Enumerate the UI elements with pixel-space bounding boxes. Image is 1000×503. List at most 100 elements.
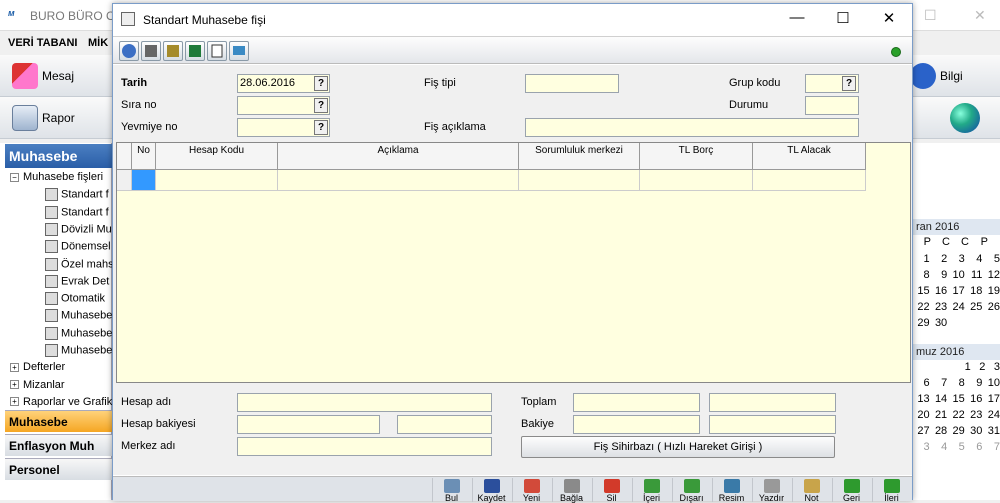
tree-item[interactable]: − Muhasebe fişleri [10,171,103,183]
calendar-day[interactable]: 24 [982,409,1000,421]
calendar-day[interactable]: 22 [912,301,929,313]
grid-header-sorumluluk-merkezi[interactable]: Sorumluluk merkezi [519,143,640,170]
tree-item[interactable]: + Defterler [10,361,65,373]
grid-header-tl-alacak[interactable]: TL Alacak [753,143,866,170]
calendar-day[interactable]: 19 [982,285,1000,297]
picture-button[interactable]: Resim [712,478,750,503]
expand-icon[interactable]: + [10,397,19,407]
calendar-day[interactable]: 17 [947,285,965,297]
grid-row-selector[interactable] [117,170,132,191]
calculator-icon[interactable] [141,41,161,61]
nav-button[interactable]: Personel [5,458,112,480]
collapse-icon[interactable]: − [10,172,19,182]
calendar-day[interactable]: 5 [947,441,965,453]
back-arrow-button[interactable]: Geri [832,478,870,503]
calendar-day[interactable]: 15 [912,285,929,297]
calendar-day[interactable]: 16 [965,393,982,405]
delete-button[interactable]: Sil [592,478,630,503]
grid-cell-sorumluluk-merkezi[interactable] [519,170,640,191]
grup-kodu-lookup-button[interactable]: ? [842,76,856,91]
tarih-lookup-button[interactable]: ? [314,76,328,91]
calendar-day[interactable]: 20 [912,409,929,421]
calendar-day[interactable]: 29 [912,317,929,329]
floppy-button[interactable]: Kaydet [472,478,510,503]
calendar-day[interactable] [965,317,983,329]
info-button[interactable]: Bilgi [910,63,963,89]
fis-wizard-button[interactable]: Fiş Sihirbazı ( Hızlı Hareket Girişi ) [521,436,835,458]
tree-item[interactable]: Özel mahs [45,257,114,271]
grid-cell-tl-alacak[interactable] [753,170,866,191]
calendar-day[interactable]: 3 [947,253,965,265]
grid-header-tl-borc[interactable]: TL Borç [640,143,753,170]
new-document-button[interactable]: Yeni [512,478,550,503]
app-minimize-button[interactable]: ☐ [924,7,937,24]
wizard-icon[interactable] [163,41,183,61]
calendar-day[interactable]: 3 [985,361,1000,373]
grid-header-aciklama[interactable]: Açıklama [278,143,519,170]
nav-button[interactable]: Enflasyon Muh [5,434,112,456]
calendar-day[interactable]: 1 [912,253,929,265]
calendar-day[interactable]: 26 [982,301,1000,313]
tree-item[interactable]: Dövizli Mu [45,222,112,236]
expand-icon[interactable]: + [10,362,19,372]
calendar-day[interactable]: 3 [912,441,929,453]
calendar-day[interactable]: 7 [930,377,947,389]
grid-header-hesap-kodu[interactable]: Hesap Kodu [156,143,278,170]
tree-item[interactable]: Muhasebe [45,344,112,357]
calendar-day[interactable]: 31 [982,425,1000,437]
note-button[interactable]: Not [792,478,830,503]
calendar-day[interactable]: 10 [982,377,1000,389]
printer-button[interactable]: Yazdır [752,478,790,503]
calendar-day[interactable]: 4 [965,253,982,265]
calendar-day[interactable] [927,361,942,373]
calendar-day[interactable] [941,361,956,373]
grid-header-no[interactable]: No [132,143,156,170]
dialog-maximize-button[interactable]: ☐ [833,9,853,27]
calendar-day[interactable]: 25 [965,301,982,313]
durumu-field[interactable] [805,96,859,115]
calendar-day[interactable]: 16 [930,285,947,297]
fis-tipi-field[interactable] [525,74,619,93]
calendar-day[interactable]: 2 [971,361,985,373]
tree-item[interactable]: Muhasebe [45,326,112,340]
calendar-day[interactable]: 17 [982,393,1000,405]
tree-item[interactable]: Otomatik [45,292,105,306]
globe-button[interactable] [950,103,980,133]
calendar-day[interactable]: 29 [947,425,965,437]
calendar-day[interactable]: 22 [947,409,965,421]
dialog-close-button[interactable]: ✕ [879,9,899,27]
print-setup-icon[interactable] [207,41,227,61]
grid-cell-aciklama[interactable] [278,170,519,191]
calendar-day[interactable]: 18 [965,285,982,297]
calendar-day[interactable]: 1 [956,361,971,373]
calendar-day[interactable] [982,317,1000,329]
calendar-day[interactable]: 10 [947,269,965,281]
calendar-day[interactable]: 14 [930,393,947,405]
calendar-day[interactable]: 15 [947,393,965,405]
calendar-day[interactable]: 11 [965,269,982,281]
calendar-day[interactable]: 5 [982,253,1000,265]
calendar-day[interactable]: 30 [930,317,947,329]
calendar-day[interactable]: 13 [912,393,929,405]
calendar-day[interactable]: 9 [930,269,947,281]
nav-button[interactable]: Muhasebe [5,410,112,432]
grid-cell-hesap-kodu[interactable] [156,170,278,191]
calendar-day[interactable]: 7 [982,441,1000,453]
help-icon[interactable] [119,41,139,61]
tree-item[interactable]: + Mizanlar [10,379,65,391]
dialog-minimize-button[interactable]: — [787,9,807,26]
grid-cell-no[interactable] [132,170,156,191]
fis-aciklama-field[interactable] [525,118,859,137]
calendar-day[interactable]: 6 [965,441,982,453]
calendar-day[interactable]: 9 [965,377,982,389]
calendar-day[interactable] [947,317,965,329]
voucher-lines-grid[interactable]: No Hesap Kodu Açıklama Sorumluluk merkez… [116,142,911,383]
grid-cell-tl-borc[interactable] [640,170,753,191]
calendar-day[interactable]: 23 [930,301,947,313]
sira-lookup-button[interactable]: ? [314,98,328,113]
calendar-day[interactable]: 6 [912,377,929,389]
calendar-day[interactable]: 21 [930,409,947,421]
calendar-day[interactable]: 27 [912,425,929,437]
tree-item[interactable]: Evrak Det [45,274,109,288]
report-button[interactable]: Rapor [12,105,75,131]
